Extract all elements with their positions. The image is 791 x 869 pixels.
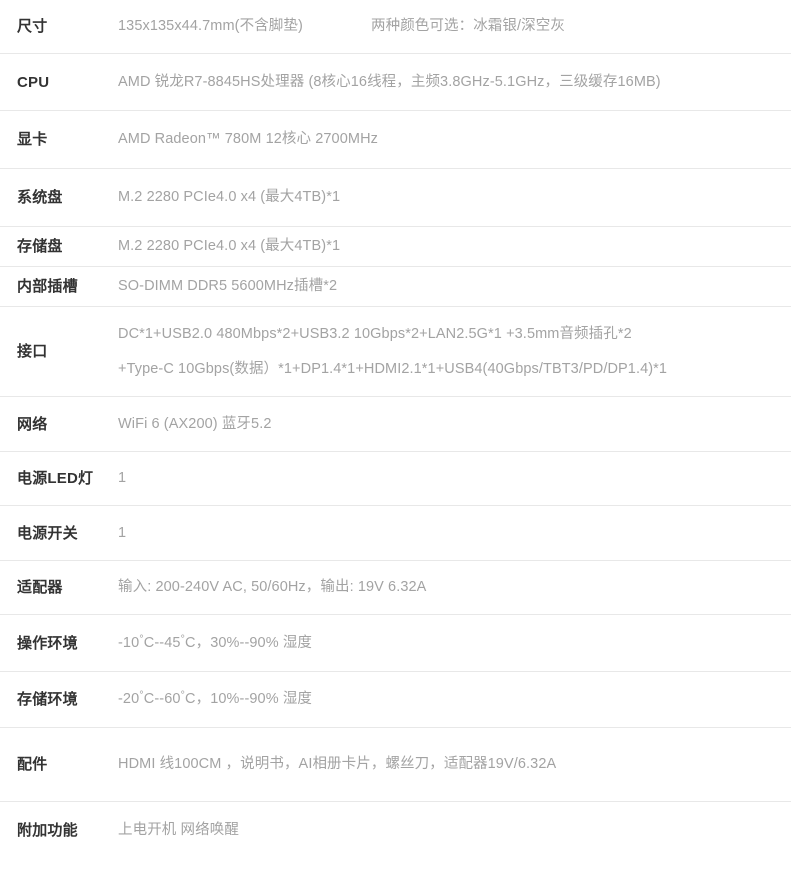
row-value-storage-drive: M.2 2280 PCIe4.0 x4 (最大4TB)*1	[118, 235, 791, 257]
table-row: 适配器 输入: 200-240V AC, 50/60Hz，输出: 19V 6.3…	[0, 561, 791, 615]
storage-temp-high: C--60	[143, 691, 181, 708]
storage-drive-value: M.2 2280 PCIe4.0 x4 (最大4TB)*1	[118, 238, 341, 255]
storage-temp-low: -20	[118, 691, 140, 708]
table-row: 配件 HDMI 线100CM ，说明书，AI相册卡片，螺丝刀，适配器19V/6.…	[0, 728, 791, 802]
row-label-ports: 接口	[17, 343, 48, 360]
network-value: WiFi 6 (AX200) 蓝牙5.2	[118, 415, 272, 432]
table-row: 内部插槽 SO-DIMM DDR5 5600MHz插槽*2	[0, 267, 791, 307]
table-row: 存储盘 M.2 2280 PCIe4.0 x4 (最大4TB)*1	[0, 227, 791, 267]
operating-temp-low: -10	[118, 634, 140, 651]
row-value-operating-environment: -10°C--45°C，30%--90% 湿度	[118, 632, 791, 654]
adapter-value: 输入: 200-240V AC, 50/60Hz，输出: 19V 6.32A	[118, 579, 427, 596]
table-row: 显卡 AMD Radeon™ 780M 12核心 2700MHz	[0, 111, 791, 169]
system-drive-value: M.2 2280 PCIe4.0 x4 (最大4TB)*1	[118, 189, 341, 206]
gpu-value: AMD Radeon™ 780M 12核心 2700MHz	[118, 131, 378, 148]
row-value-additional-features: 上电开机 网络唤醒	[118, 819, 791, 841]
table-row: 网络 WiFi 6 (AX200) 蓝牙5.2	[0, 397, 791, 452]
table-row: 电源LED灯 1	[0, 452, 791, 506]
operating-temp-high: C--45	[143, 634, 181, 651]
ports-value-line-2: +Type-C 10Gbps(数据）*1+DP1.4*1+HDMI2.1*1+U…	[118, 360, 668, 377]
row-value-power-led: 1	[118, 467, 791, 489]
table-row: 附加功能 上电开机 网络唤醒	[0, 802, 791, 859]
row-label-operating-environment: 操作环境	[17, 634, 78, 652]
row-label-power-led: 电源LED灯	[17, 470, 94, 487]
ports-value-line-1: DC*1+USB2.0 480Mbps*2+USB3.2 10Gbps*2+LA…	[118, 326, 632, 343]
accessories-value: HDMI 线100CM ，说明书，AI相册卡片，螺丝刀，适配器19V/6.32A	[118, 756, 557, 773]
row-value-accessories: HDMI 线100CM ，说明书，AI相册卡片，螺丝刀，适配器19V/6.32A	[118, 753, 791, 775]
row-label-adapter: 适配器	[17, 579, 63, 596]
additional-features-value: 上电开机 网络唤醒	[118, 822, 239, 839]
table-row: 尺寸 135x135x44.7mm(不含脚垫) 两种颜色可选：冰霜银/深空灰	[0, 0, 791, 54]
row-label-gpu: 显卡	[17, 131, 48, 148]
row-label-power-switch: 电源开关	[17, 524, 78, 542]
table-row: 系统盘 M.2 2280 PCIe4.0 x4 (最大4TB)*1	[0, 169, 791, 227]
operating-humidity: C，30%--90% 湿度	[185, 634, 313, 651]
table-row: 电源开关 1	[0, 506, 791, 561]
table-row: CPU AMD 锐龙R7-8845HS处理器 (8核心16线程，主频3.8GHz…	[0, 54, 791, 111]
row-label-cpu: CPU	[17, 73, 50, 91]
row-label-system-drive: 系统盘	[17, 189, 63, 206]
row-value-adapter: 输入: 200-240V AC, 50/60Hz，输出: 19V 6.32A	[118, 576, 791, 598]
operating-environment-value: -10°C--45°C，30%--90% 湿度	[118, 632, 779, 654]
internal-slots-value: SO-DIMM DDR5 5600MHz插槽*2	[118, 278, 338, 295]
row-label-network: 网络	[17, 415, 48, 433]
row-value-internal-slots: SO-DIMM DDR5 5600MHz插槽*2	[118, 275, 791, 297]
cpu-value: AMD 锐龙R7-8845HS处理器 (8核心16线程，主频3.8GHz-5.1…	[118, 73, 661, 90]
row-label-dimensions: 尺寸	[17, 18, 48, 35]
power-led-value: 1	[118, 470, 127, 487]
row-value-system-drive: M.2 2280 PCIe4.0 x4 (最大4TB)*1	[118, 186, 791, 208]
table-row: 存储环境 -20°C--60°C，10%--90% 湿度	[0, 672, 791, 728]
row-value-storage-environment: -20°C--60°C，10%--90% 湿度	[118, 688, 791, 710]
row-value-gpu: AMD Radeon™ 780M 12核心 2700MHz	[118, 128, 791, 150]
row-value-cpu: AMD 锐龙R7-8845HS处理器 (8核心16线程，主频3.8GHz-5.1…	[118, 71, 791, 93]
row-label-storage-drive: 存储盘	[17, 238, 63, 255]
row-value-dimensions: 135x135x44.7mm(不含脚垫) 两种颜色可选：冰霜银/深空灰	[118, 15, 791, 37]
row-label-accessories: 配件	[17, 756, 48, 773]
row-label-internal-slots: 内部插槽	[17, 278, 78, 295]
table-row: 操作环境 -10°C--45°C，30%--90% 湿度	[0, 615, 791, 672]
row-label-storage-environment: 存储环境	[17, 691, 78, 708]
table-row: 接口 DC*1+USB2.0 480Mbps*2+USB3.2 10Gbps*2…	[0, 307, 791, 397]
power-switch-value: 1	[118, 524, 127, 541]
dimensions-color-options: 两种颜色可选：冰霜银/深空灰	[371, 18, 565, 35]
storage-environment-value: -20°C--60°C，10%--90% 湿度	[118, 688, 779, 710]
specification-table: 尺寸 135x135x44.7mm(不含脚垫) 两种颜色可选：冰霜银/深空灰 C…	[0, 0, 791, 859]
row-label-additional-features: 附加功能	[17, 822, 78, 839]
row-value-ports: DC*1+USB2.0 480Mbps*2+USB3.2 10Gbps*2+LA…	[118, 323, 791, 380]
storage-humidity: C，10%--90% 湿度	[185, 691, 313, 708]
dimensions-value: 135x135x44.7mm(不含脚垫)	[118, 18, 303, 35]
row-value-power-switch: 1	[118, 522, 791, 544]
row-value-network: WiFi 6 (AX200) 蓝牙5.2	[118, 413, 791, 435]
